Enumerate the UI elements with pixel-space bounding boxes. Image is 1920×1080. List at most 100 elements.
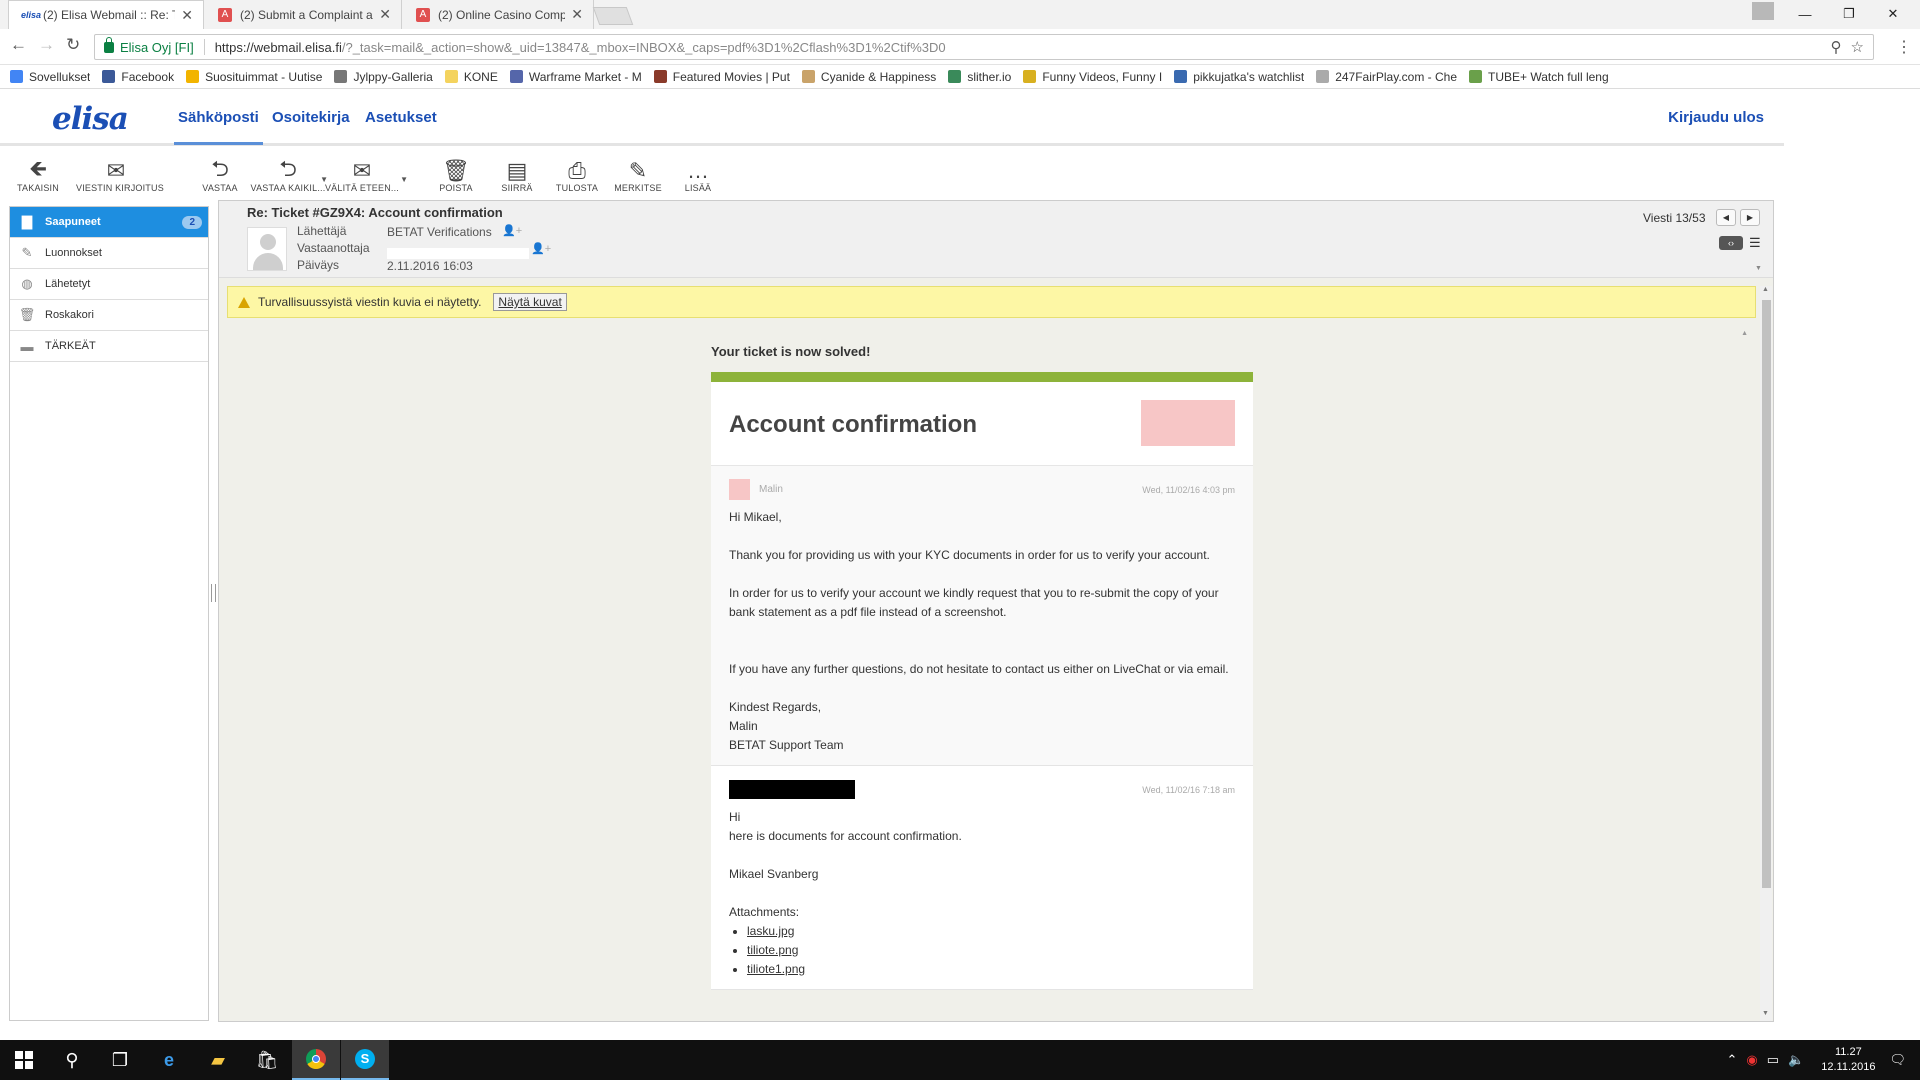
antivirus-icon[interactable]: ◉ xyxy=(1746,1052,1757,1068)
more-button[interactable]: … LISÄÄ xyxy=(658,158,738,193)
nav-settings[interactable]: Asetukset xyxy=(365,109,437,126)
compose-button[interactable]: ✉ VIESTIN KIRJOITUS xyxy=(76,158,164,193)
facebook-icon xyxy=(102,70,116,83)
all-headers-icon[interactable]: ☰ xyxy=(1749,235,1761,251)
profile-icon[interactable] xyxy=(1752,2,1774,20)
minimize-window-icon[interactable]: — xyxy=(1784,0,1826,28)
start-button[interactable] xyxy=(0,1040,48,1080)
message-subject: Re: Ticket #GZ9X4: Account confirmation xyxy=(247,205,503,220)
close-window-icon[interactable]: ✕ xyxy=(1872,0,1914,28)
next-message-button[interactable]: ▶ xyxy=(1740,209,1760,226)
tube-icon xyxy=(1469,70,1483,83)
bookmark-item[interactable]: Funny Videos, Funny I xyxy=(1023,70,1162,84)
store-icon[interactable]: 🛍 xyxy=(243,1040,291,1080)
back-arrow-icon[interactable]: ← xyxy=(10,35,27,55)
message-scrollbar[interactable]: ▲ ▼ xyxy=(1760,286,1772,1021)
scrollbar-thumb[interactable] xyxy=(1762,300,1771,888)
reload-icon[interactable]: ↻ xyxy=(66,35,80,55)
close-tab-icon[interactable]: ✕ xyxy=(379,6,391,23)
bookmark-item[interactable]: pikkujatka's watchlist xyxy=(1174,70,1304,84)
logout-link[interactable]: Kirjaudu ulos xyxy=(1668,109,1764,126)
bookmark-item[interactable]: Featured Movies | Put xyxy=(653,70,790,84)
taskbar-clock[interactable]: 11.27 12.11.2016 xyxy=(1821,1045,1875,1075)
add-contact-icon[interactable]: 👤+ xyxy=(531,242,551,255)
site-identity[interactable]: Elisa Oyj [FI] xyxy=(120,40,194,55)
bookmark-item[interactable]: 247FairPlay.com - Che xyxy=(1316,70,1457,84)
folder-drafts[interactable]: ✎ Luonnokset xyxy=(10,238,208,269)
pane-splitter[interactable] xyxy=(211,584,216,602)
reply-all-button[interactable]: ⮌ VASTAA KAIKIL... ▼ xyxy=(248,156,328,193)
pencil-icon: ✎ xyxy=(21,245,33,260)
folder-important[interactable]: ▬ TÄRKEÄT xyxy=(10,331,208,362)
attachment-link[interactable]: tiliote.png xyxy=(747,943,798,957)
action-center-icon[interactable]: 🗨 xyxy=(1889,1052,1906,1068)
bookmark-item[interactable]: Sovellukset xyxy=(10,70,90,84)
from-value[interactable]: BETAT Verifications xyxy=(387,225,492,239)
url-text[interactable]: https://webmail.elisa.fi/?_task=mail&_ac… xyxy=(215,40,1831,55)
security-warning-text: Turvallisuussyistä viestin kuvia ei näyt… xyxy=(258,295,482,309)
bookmark-item[interactable]: Cyanide & Happiness xyxy=(801,70,936,84)
volume-icon[interactable]: 🔈 xyxy=(1788,1052,1804,1068)
cyanide-icon xyxy=(801,70,815,83)
bookmark-item[interactable]: Warframe Market - M xyxy=(509,70,642,84)
browser-tab-submit-complaint[interactable]: A (2) Submit a Complaint a ✕ xyxy=(206,0,402,29)
chrome-taskbar-icon[interactable] xyxy=(292,1040,340,1080)
view-source-icon[interactable]: ‹› xyxy=(1719,236,1743,250)
bookmark-item[interactable]: Suosituimmat - Uutise xyxy=(186,70,322,84)
bookmark-star-icon[interactable]: ☆ xyxy=(1851,38,1864,56)
message-counter: Viesti 13/53 xyxy=(1643,211,1706,225)
folder-label: Roskakori xyxy=(45,309,94,321)
attachment-link[interactable]: tiliote1.png xyxy=(747,962,805,976)
bookmarks-bar: Sovellukset Facebook Suosituimmat - Uutise… xyxy=(0,65,1920,89)
task-view-icon[interactable]: ❐ xyxy=(96,1040,144,1080)
skype-taskbar-icon[interactable]: S xyxy=(341,1040,389,1080)
bookmark-item[interactable]: slither.io xyxy=(948,70,1011,84)
folder-trash[interactable]: 🗑 Roskakori xyxy=(10,300,208,331)
browser-tab-elisa-webmail[interactable]: elisa (2) Elisa Webmail :: Re: Ti ✕ xyxy=(8,0,204,29)
reply-author: Malin xyxy=(759,483,783,495)
scroll-down-icon[interactable]: ▼ xyxy=(1762,1010,1769,1017)
show-hidden-icons-icon[interactable]: ⌃ xyxy=(1727,1052,1738,1068)
folder-sent[interactable]: ◍ Lähetetyt xyxy=(10,269,208,300)
address-bar[interactable]: Elisa Oyj [FI] https://webmail.elisa.fi/… xyxy=(94,34,1874,60)
apps-grid-icon xyxy=(10,70,23,83)
edge-browser-icon[interactable]: e xyxy=(145,1040,193,1080)
forward-arrow-icon[interactable]: → xyxy=(38,35,55,55)
browser-menu-icon[interactable]: ⋮ xyxy=(1896,37,1912,57)
zoom-icon[interactable]: ⚲ xyxy=(1831,38,1842,56)
reply-signature-team: BETAT Support Team xyxy=(729,738,844,752)
bookmark-item[interactable]: Jylppy-Galleria xyxy=(334,70,433,84)
previous-message-button[interactable]: ◀ xyxy=(1716,209,1736,226)
attachments-label: Attachments: xyxy=(729,905,800,919)
show-images-button[interactable]: Näytä kuvat xyxy=(493,293,567,311)
browser-tab-online-casino[interactable]: A (2) Online Casino Compl ✕ xyxy=(404,0,594,29)
nav-email[interactable]: Sähköposti xyxy=(174,109,263,145)
forward-button[interactable]: ✉ VÄLITÄ ETEEN... ▼ xyxy=(322,158,408,193)
scroll-up-icon[interactable]: ▲ xyxy=(1741,330,1748,337)
card-title: Account confirmation xyxy=(729,411,978,438)
bookmark-item[interactable]: Facebook xyxy=(102,70,174,84)
close-tab-icon[interactable]: ✕ xyxy=(181,7,193,24)
attachment-link[interactable]: lasku.jpg xyxy=(747,924,794,938)
new-tab-button[interactable] xyxy=(592,7,634,25)
support-reply: Malin Wed, 11/02/16 4:03 pm Hi Mikael, T… xyxy=(711,466,1253,766)
trash-icon: 🗑 xyxy=(18,307,36,322)
close-tab-icon[interactable]: ✕ xyxy=(571,6,583,23)
elisa-logo[interactable]: elisa xyxy=(52,101,129,137)
folder-inbox[interactable]: ▇ Saapuneet 2 xyxy=(10,207,208,238)
bookmark-item[interactable]: TUBE+ Watch full leng xyxy=(1469,70,1609,84)
folder-icon: ▬ xyxy=(20,338,34,354)
file-explorer-icon[interactable]: ▰ xyxy=(194,1040,242,1080)
restore-window-icon[interactable]: ❐ xyxy=(1828,0,1870,28)
reply-all-icon: ⮌ xyxy=(279,156,297,181)
scroll-up-icon[interactable]: ▲ xyxy=(1762,286,1769,293)
dropdown-caret-icon[interactable]: ▼ xyxy=(400,175,408,184)
expand-headers-icon[interactable]: ▼ xyxy=(1755,265,1762,272)
bookmark-item[interactable]: KONE xyxy=(444,70,498,84)
search-icon[interactable]: ⚲ xyxy=(48,1040,96,1080)
network-icon[interactable]: ▭ xyxy=(1767,1052,1779,1068)
figure-icon xyxy=(334,70,348,83)
add-contact-icon[interactable]: 👤+ xyxy=(502,224,522,237)
nav-address-book[interactable]: Osoitekirja xyxy=(272,109,350,126)
back-button[interactable]: 🡸 TAKAISIN xyxy=(0,156,78,193)
